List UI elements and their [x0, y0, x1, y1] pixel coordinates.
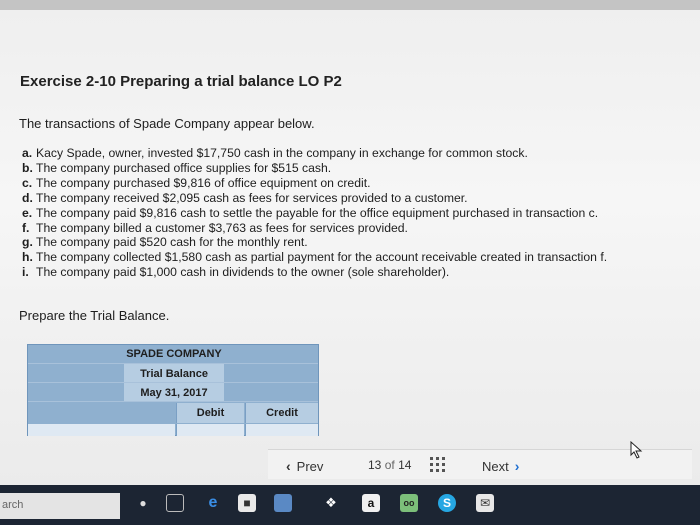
transaction-list: a. Kacy Spade, owner, invested $17,750 ca…: [22, 146, 690, 280]
skype-icon[interactable]: S: [438, 494, 456, 512]
transaction-text: The company paid $9,816 cash to settle t…: [36, 205, 599, 220]
browser-top-strip: [0, 0, 700, 10]
list-item: g. The company paid $520 cash for the mon…: [22, 235, 690, 250]
debit-amount-input[interactable]: [176, 424, 244, 436]
transaction-letter: g.: [22, 235, 33, 250]
transaction-letter: c.: [22, 175, 33, 190]
amazon-icon[interactable]: a: [362, 494, 380, 512]
instruction-prompt: Prepare the Trial Balance.: [19, 308, 170, 323]
credit-amount-input[interactable]: [245, 424, 318, 436]
transaction-letter: a.: [22, 146, 33, 160]
exercise-intro: The transactions of Spade Company appear…: [19, 116, 315, 131]
search-text: arch: [2, 499, 24, 511]
transaction-text: The company paid $520 cash for the month…: [36, 235, 308, 250]
chevron-left-icon: ‹: [286, 458, 291, 474]
transaction-letter: e.: [22, 205, 33, 220]
microphone-icon[interactable]: ●: [134, 494, 152, 512]
taskbar-search[interactable]: arch: [0, 493, 120, 519]
transaction-text: The company received $2,095 cash as fees…: [36, 190, 468, 205]
transaction-text: The company paid $1,000 cash in dividend…: [36, 265, 450, 280]
transaction-letter: b.: [22, 160, 33, 175]
transaction-text: The company collected $1,580 cash as par…: [36, 250, 608, 265]
next-label: Next: [482, 459, 509, 474]
statement-title: Trial Balance: [140, 368, 208, 380]
transaction-text: The company purchased office supplies fo…: [36, 160, 332, 175]
company-name: SPADE COMPANY: [126, 348, 222, 360]
mail-icon[interactable]: ✉: [476, 494, 494, 512]
transaction-text: Kacy Spade, owner, invested $17,750 cash…: [36, 146, 528, 160]
list-item: f. The company billed a customer $3,763 a…: [22, 221, 690, 236]
credit-column-header: Credit: [245, 403, 318, 423]
list-item: d. The company received $2,095 cash as fe…: [22, 191, 690, 206]
current-page: 13: [368, 458, 382, 472]
table-header-row: Trial Balance: [28, 364, 318, 383]
dropbox-icon[interactable]: ❖: [322, 494, 340, 512]
transaction-letter: d.: [22, 190, 33, 205]
list-item: h. The company collected $1,580 cash as p…: [22, 250, 690, 265]
trial-balance-table: SPADE COMPANY Trial Balance May 31, 2017…: [27, 344, 319, 436]
transaction-letter: f.: [22, 220, 30, 235]
transaction-letter: i.: [22, 265, 29, 280]
transaction-text: The company billed a customer $3,763 as …: [36, 220, 408, 235]
list-item: i. The company paid $1,000 cash in divide…: [22, 265, 690, 280]
taskbar: arch ● e ■ ❖ a oo S ✉: [0, 485, 700, 525]
list-item: a. Kacy Spade, owner, invested $17,750 ca…: [22, 146, 690, 161]
list-item: b. The company purchased office supplies …: [22, 161, 690, 176]
exercise-heading: Exercise 2-10 Preparing a trial balance …: [20, 73, 342, 90]
transaction-text: The company purchased $9,816 of office e…: [36, 175, 371, 190]
next-button[interactable]: Next ›: [482, 458, 519, 474]
store-icon[interactable]: ■: [238, 494, 256, 512]
tripadvisor-icon[interactable]: oo: [400, 494, 418, 512]
transaction-letter: h.: [22, 250, 33, 265]
edge-icon[interactable]: e: [204, 494, 222, 512]
page-indicator: 13 of 14: [368, 458, 411, 472]
grid-icon: [430, 457, 446, 473]
task-view-icon[interactable]: [166, 494, 184, 512]
mouse-cursor-icon: [630, 441, 643, 459]
chevron-right-icon: ›: [514, 458, 520, 474]
prev-button[interactable]: ‹ Prev: [286, 458, 323, 474]
prev-label: Prev: [296, 459, 324, 474]
table-header-row: SPADE COMPANY: [28, 345, 318, 364]
photos-icon[interactable]: [274, 494, 292, 512]
statement-date: May 31, 2017: [140, 387, 208, 399]
debit-column-header: Debit: [176, 403, 244, 423]
page-of-label: of: [384, 458, 395, 472]
list-item: c. The company purchased $9,816 of office…: [22, 176, 690, 191]
total-pages: 14: [398, 458, 412, 472]
pagination-bar: ‹ Prev 13 of 14 Next ›: [268, 449, 692, 479]
list-item: e. The company paid $9,816 cash to settle…: [22, 206, 690, 221]
account-title-input[interactable]: [28, 424, 175, 436]
table-header-row: May 31, 2017: [28, 383, 318, 402]
